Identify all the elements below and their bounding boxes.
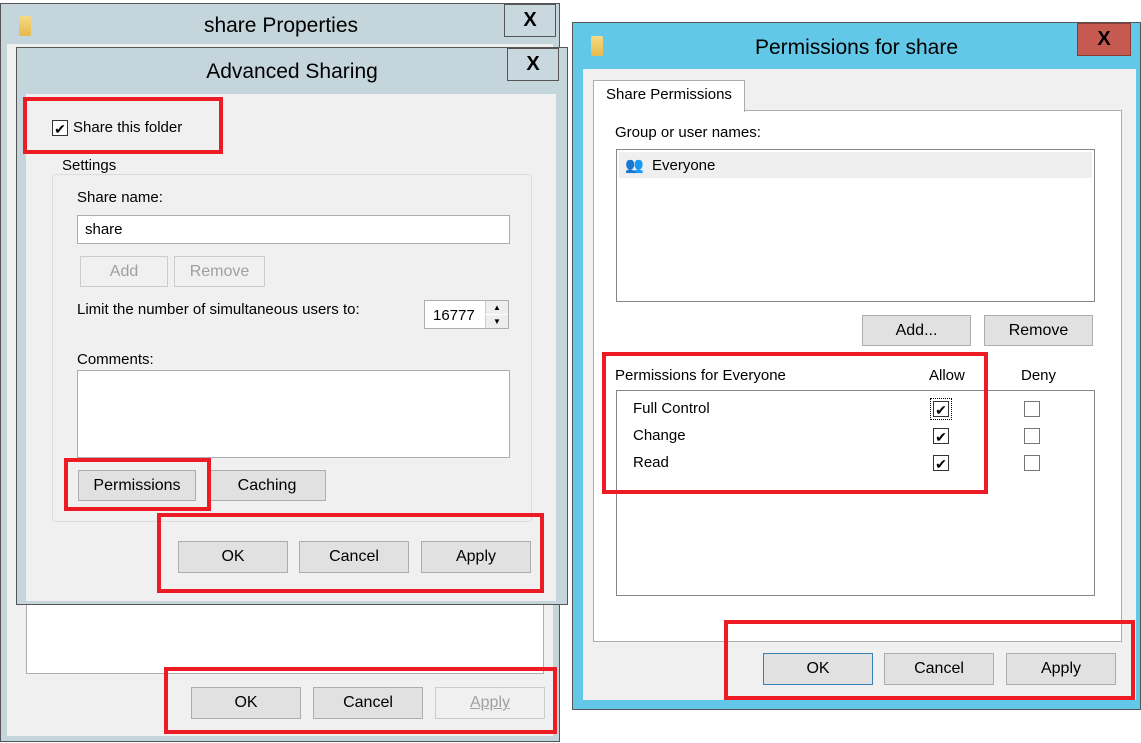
deny-read-checkbox[interactable]: [1024, 455, 1040, 471]
highlight-box: [64, 458, 211, 511]
window-title: Permissions for share: [754, 36, 959, 59]
limit-users-label: Limit the number of simultaneous users t…: [77, 301, 360, 318]
comments-textarea[interactable]: [77, 370, 510, 458]
settings-label: Settings: [60, 157, 119, 174]
comments-label: Comments:: [77, 351, 154, 368]
deny-full-control-checkbox[interactable]: [1024, 401, 1040, 417]
add-button[interactable]: Add...: [862, 315, 971, 346]
caching-button[interactable]: Caching: [208, 470, 326, 501]
highlight-box: [724, 620, 1135, 700]
user-name: Everyone: [652, 157, 716, 174]
window-title: share Properties: [203, 14, 359, 37]
deny-header: Deny: [1021, 367, 1057, 384]
user-list[interactable]: 👥 Everyone: [616, 149, 1095, 302]
list-item[interactable]: 👥 Everyone: [619, 152, 1092, 178]
add-button[interactable]: Add: [80, 256, 168, 287]
tab-share-permissions[interactable]: Share Permissions: [593, 80, 745, 112]
close-button[interactable]: X: [1077, 23, 1131, 56]
limit-users-spinner[interactable]: 16777 ▲ ▼: [424, 300, 509, 329]
share-name-label: Share name:: [77, 189, 163, 206]
highlight-box: [602, 352, 988, 494]
highlight-box: [23, 97, 223, 154]
highlight-box: [164, 667, 557, 734]
remove-button[interactable]: Remove: [174, 256, 265, 287]
close-button[interactable]: X: [504, 4, 556, 37]
share-name-input[interactable]: share: [77, 215, 510, 244]
highlight-box: [157, 513, 544, 593]
spin-up-icon[interactable]: ▲: [485, 301, 508, 314]
spin-down-icon[interactable]: ▼: [485, 315, 508, 328]
dialog-title: Advanced Sharing: [206, 60, 378, 83]
close-button[interactable]: X: [507, 48, 559, 81]
users-group-icon: 👥: [625, 157, 644, 174]
deny-change-checkbox[interactable]: [1024, 428, 1040, 444]
remove-button[interactable]: Remove: [984, 315, 1093, 346]
group-label: Group or user names:: [615, 124, 761, 141]
content-panel: [26, 594, 544, 674]
limit-users-value: 16777: [433, 307, 475, 324]
